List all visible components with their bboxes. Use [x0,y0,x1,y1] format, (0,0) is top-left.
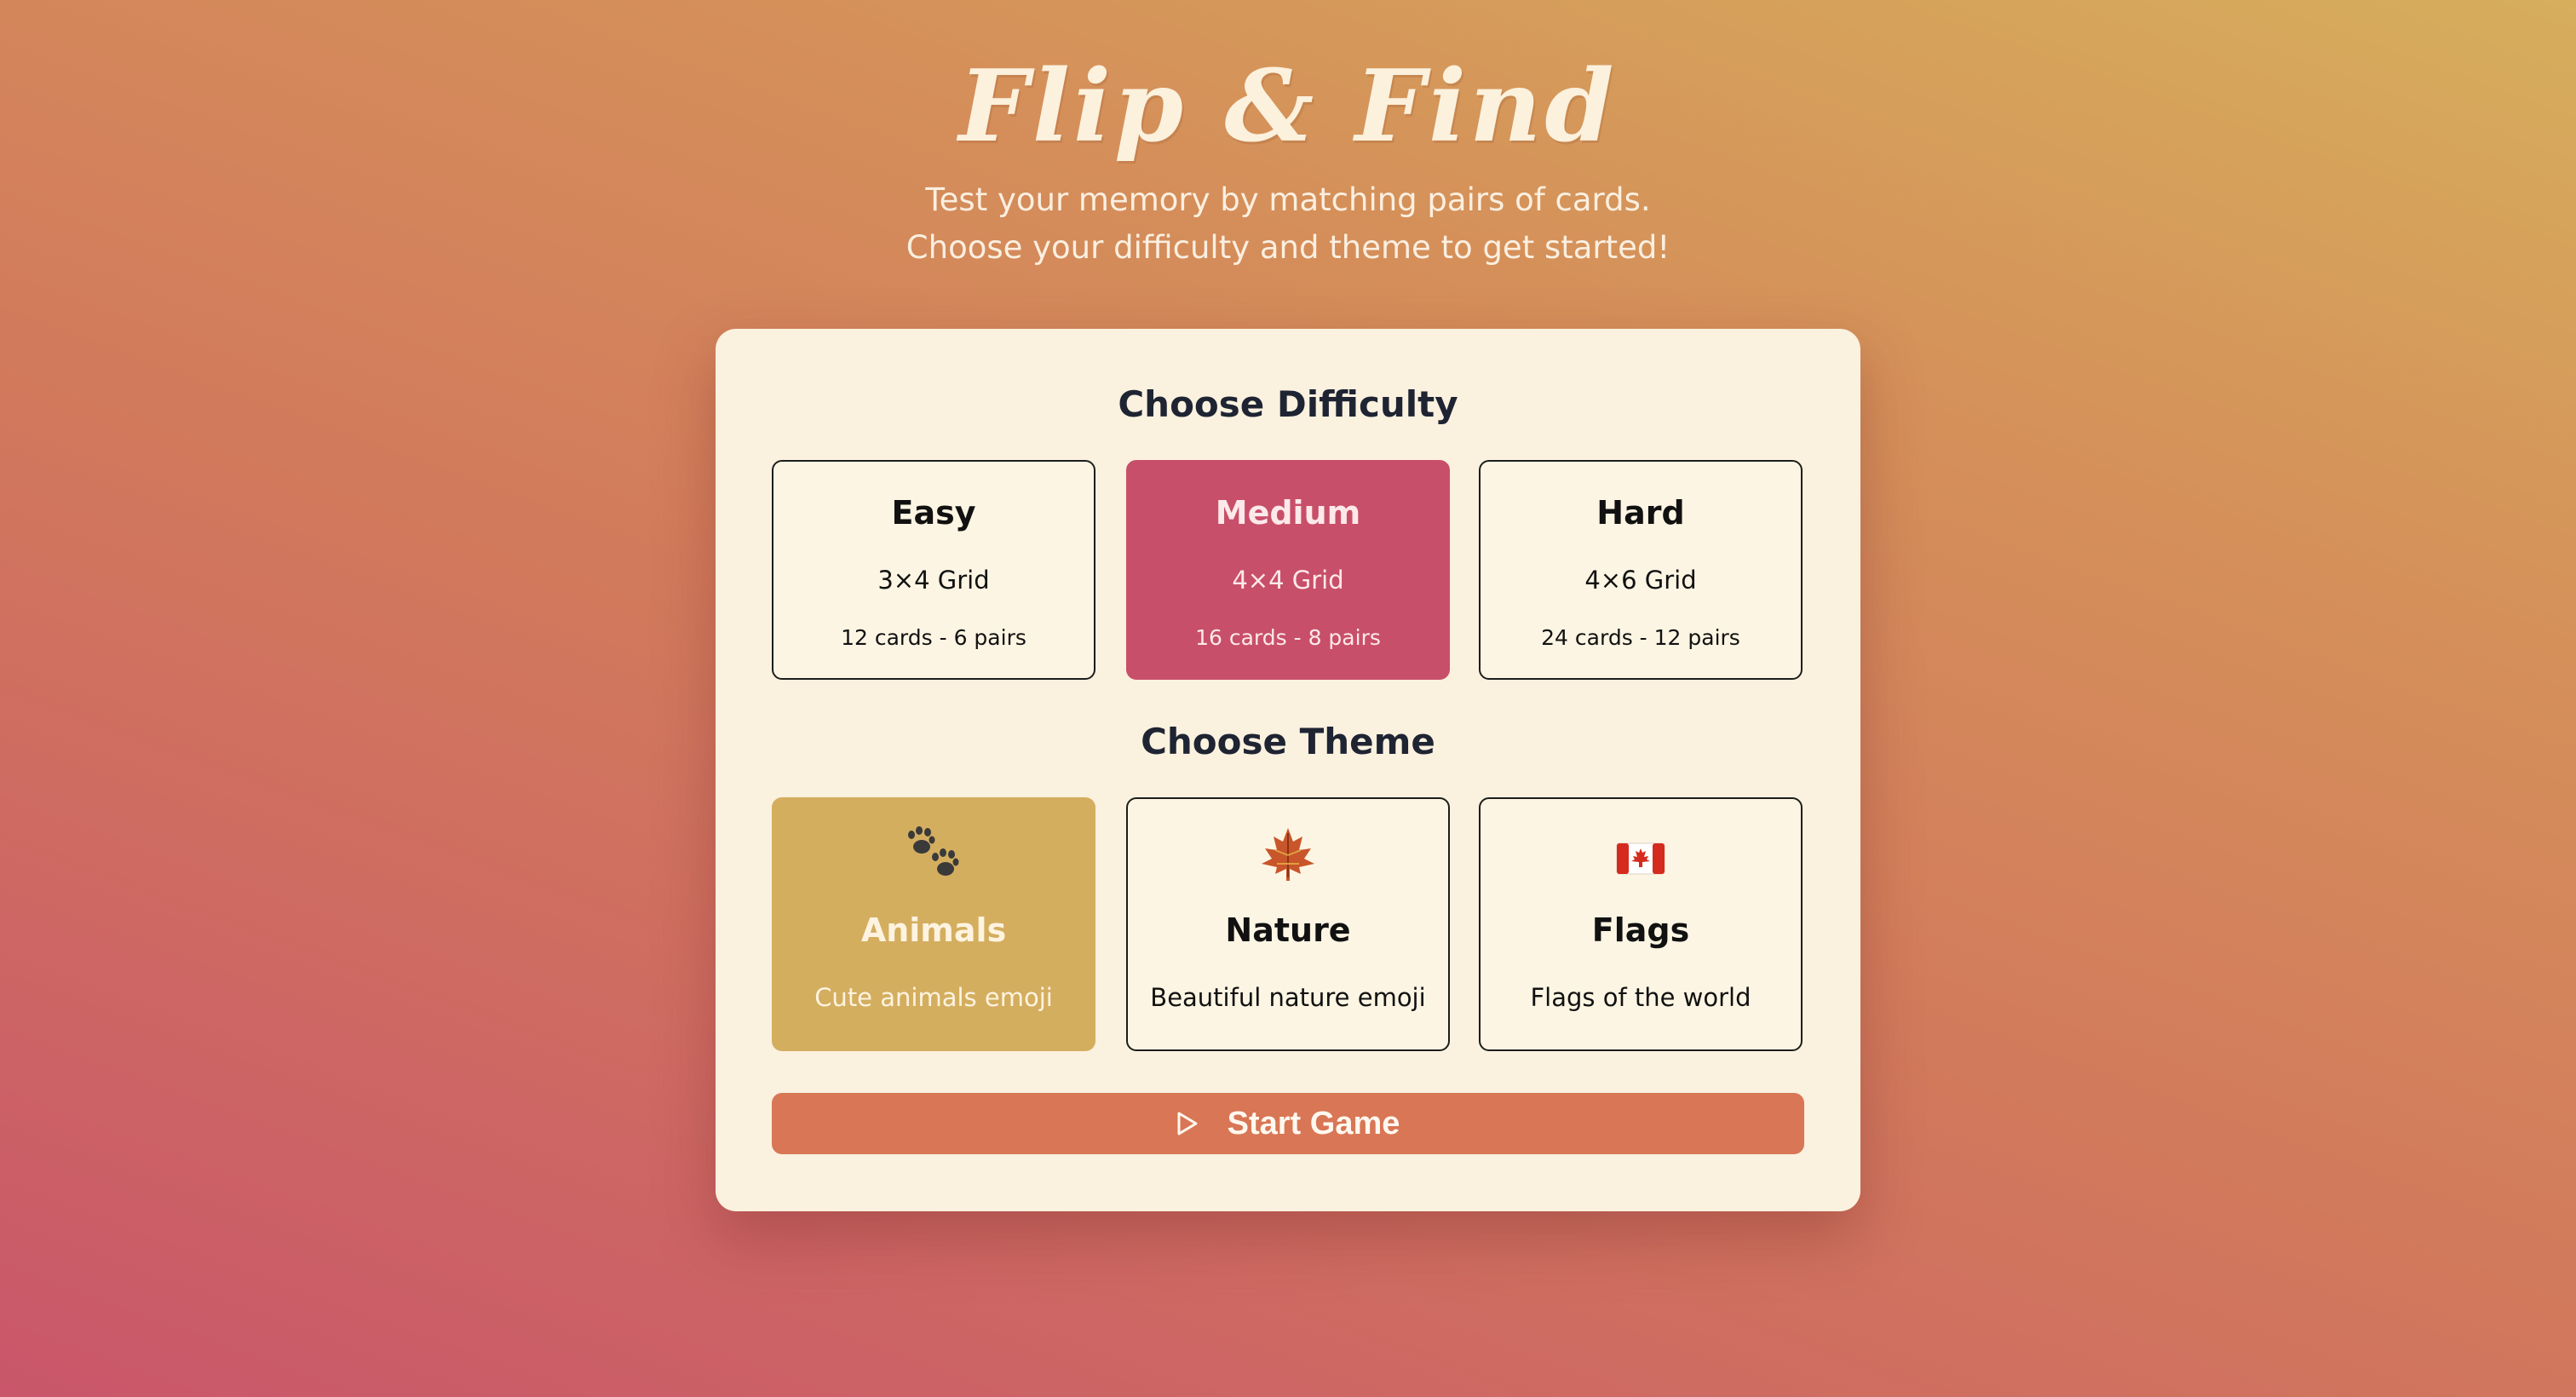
difficulty-medium-option[interactable]: Medium 4×4 Grid 16 cards - 8 pairs [1126,460,1450,680]
theme-nature-option[interactable]: Nature Beautiful nature emoji [1126,797,1450,1051]
theme-heading: Choose Theme [1141,721,1435,762]
difficulty-name: Medium [1215,494,1361,532]
page-subtitle: Test your memory by matching pairs of ca… [0,176,2576,272]
difficulty-cards: 16 cards - 8 pairs [1195,625,1381,650]
paw-prints-icon [773,825,1094,884]
theme-flags-option[interactable]: Flags Flags of the world [1479,797,1803,1051]
difficulty-grid: 4×6 Grid [1584,566,1697,595]
subtitle-line-2: Choose your difficulty and theme to get … [906,229,1670,266]
difficulty-cards: 24 cards - 12 pairs [1541,625,1740,650]
difficulty-easy-option[interactable]: Easy 3×4 Grid 12 cards - 6 pairs [772,460,1095,680]
theme-description: Flags of the world [1530,983,1751,1012]
page-title: Flip & Find [958,49,1618,164]
settings-panel: Choose Difficulty Easy 3×4 Grid 12 cards… [716,329,1860,1211]
theme-description: Cute animals emoji [814,983,1053,1012]
theme-name: Flags [1591,911,1690,949]
maple-leaf-icon [1128,825,1448,884]
difficulty-cards: 12 cards - 6 pairs [841,625,1026,650]
difficulty-hard-option[interactable]: Hard 4×6 Grid 24 cards - 12 pairs [1479,460,1803,680]
difficulty-name: Hard [1596,494,1685,532]
difficulty-grid: 3×4 Grid [877,566,990,595]
difficulty-grid: 4×4 Grid [1232,566,1344,595]
theme-name: Animals [860,911,1007,949]
theme-name: Nature [1225,911,1351,949]
subtitle-line-1: Test your memory by matching pairs of ca… [925,181,1651,218]
difficulty-name: Easy [891,494,976,532]
theme-animals-option[interactable]: Animals Cute animals emoji [772,797,1095,1051]
canada-flag-icon [1481,825,1801,884]
difficulty-heading: Choose Difficulty [1118,383,1458,425]
play-icon [1177,1112,1198,1135]
start-game-label: Start Game [1227,1105,1400,1141]
start-game-button[interactable]: Start Game [772,1093,1804,1154]
theme-description: Beautiful nature emoji [1150,983,1426,1012]
